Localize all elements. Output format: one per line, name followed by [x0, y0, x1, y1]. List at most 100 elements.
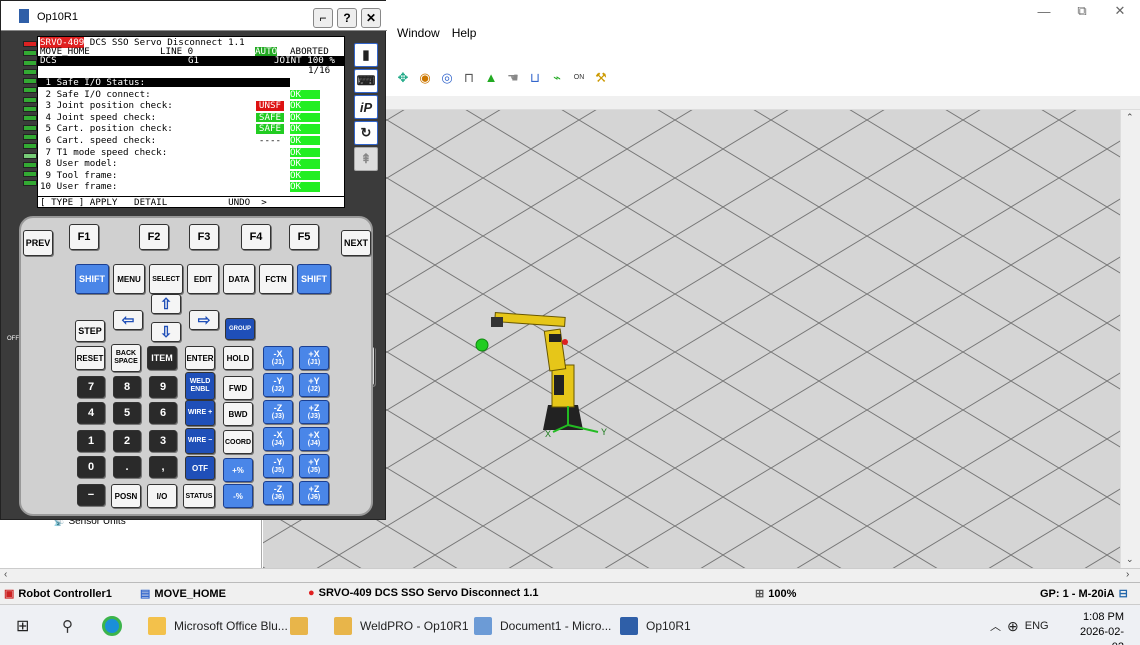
refresh-button[interactable]: ↻ [354, 121, 378, 145]
group-key[interactable]: GROUP [225, 318, 255, 340]
start-button[interactable]: ⊞ [16, 611, 29, 641]
reset-key[interactable]: RESET [75, 346, 105, 370]
f5-key[interactable]: F5 [289, 224, 319, 250]
key-comma[interactable]: , [149, 456, 177, 478]
key-8[interactable]: 8 [113, 376, 141, 398]
otf-key[interactable]: OTF [185, 456, 215, 480]
jog-key-1[interactable]: -X (J1) [263, 346, 293, 370]
dcs-row[interactable]: 6 Cart. speed check: [40, 136, 157, 145]
arrow-up-key[interactable]: ⇧ [151, 294, 181, 314]
jog-key-9[interactable]: -Y (J5) [263, 454, 293, 478]
conveyor-icon[interactable]: ⊔ [527, 70, 543, 86]
prev-key[interactable]: PREV [23, 230, 53, 256]
search-button[interactable]: ⚲ [62, 611, 73, 641]
pendant-close-button[interactable]: ✕ [361, 8, 381, 28]
jog-button[interactable]: ⇞ [354, 147, 378, 171]
arrow-right-key[interactable]: ⇨ [189, 310, 219, 330]
key-5[interactable]: 5 [113, 402, 141, 424]
scroll-right-icon[interactable]: › [1126, 569, 1129, 580]
f4-key[interactable]: F4 [241, 224, 271, 250]
key-0[interactable]: 0 [77, 456, 105, 478]
shift-right-key[interactable]: SHIFT [297, 264, 331, 294]
minimize-button[interactable]: — [1025, 0, 1063, 22]
jog-key-5[interactable]: -Z (J3) [263, 400, 293, 424]
key-dot[interactable]: . [113, 456, 141, 478]
dcs-row[interactable]: 8 User model: [40, 159, 118, 168]
dcs-row[interactable]: 4 Joint speed check: [40, 113, 157, 122]
jog-key-12[interactable]: +Z (J6) [299, 481, 329, 505]
scroll-left-icon[interactable]: ‹ [4, 569, 7, 580]
dcs-row[interactable]: 1 Safe I/O Status: [38, 78, 290, 88]
shift-left-key[interactable]: SHIFT [75, 264, 109, 294]
hand-icon[interactable]: ☚ [505, 70, 521, 86]
jog-key-10[interactable]: +Y (J5) [299, 454, 329, 478]
keyboard-button[interactable]: ⌨ [354, 69, 378, 93]
item-key[interactable]: ITEM [147, 346, 177, 370]
dcs-row[interactable]: 9 Tool frame: [40, 171, 118, 180]
target-icon[interactable]: ◎ [439, 70, 455, 86]
backspace-key[interactable]: BACK SPACE [111, 344, 141, 372]
arrow-left-key[interactable]: ⇦ [113, 310, 143, 330]
close-button[interactable]: ✕ [1101, 0, 1139, 22]
taskbar-app-op10r1[interactable]: Op10R1 [620, 611, 691, 641]
move-icon[interactable]: ✥ [395, 70, 411, 86]
taskbar-app-generic[interactable] [290, 611, 308, 641]
menu-key[interactable]: MENU [113, 264, 145, 294]
language-indicator[interactable]: ENG [1025, 620, 1049, 632]
status-group[interactable]: GP: 1 - M-20iA ⊟ [1040, 587, 1128, 601]
target-sphere[interactable] [475, 338, 489, 352]
select-key[interactable]: SELECT [149, 264, 183, 294]
jog-key-3[interactable]: -Y (J2) [263, 373, 293, 397]
posn-key[interactable]: POSN [111, 484, 141, 508]
dcs-row[interactable]: 7 T1 mode speed check: [40, 147, 168, 157]
vertical-scrollbar[interactable]: ⌃ ⌄ [1120, 110, 1140, 568]
dcs-row[interactable]: 10 User frame: [40, 182, 117, 191]
wire-plus-key[interactable]: WIRE + [185, 400, 215, 426]
key-6[interactable]: 6 [149, 402, 177, 424]
pendant-screen[interactable]: SRVO-409 DCS SSO Servo Disconnect 1.1 MO… [37, 36, 345, 208]
status-key[interactable]: STATUS [183, 484, 215, 508]
status-program[interactable]: ▤ MOVE_HOME [140, 587, 226, 601]
f2-key[interactable]: F2 [139, 224, 169, 250]
status-controller[interactable]: ▣ Robot Controller1 [4, 587, 112, 601]
weld-enable-key[interactable]: WELD ENBL [185, 372, 215, 400]
status-zoom[interactable]: ⊞ 100% [755, 587, 796, 601]
tree-icon[interactable]: ▲ [483, 70, 499, 86]
jog-key-6[interactable]: +Z (J3) [299, 400, 329, 424]
jog-key-4[interactable]: +Y (J2) [299, 373, 329, 397]
tp-disable-button[interactable]: ▮ [354, 43, 378, 67]
menu-help[interactable]: Help [452, 26, 477, 40]
wire-minus-key[interactable]: WIRE − [185, 428, 215, 454]
taskbar-app-weldpro[interactable]: WeldPRO - Op10R1 [334, 611, 469, 641]
clock[interactable]: 1:08 PM 2026-02-02 [1068, 610, 1124, 645]
fctn-key[interactable]: FCTN [259, 264, 293, 294]
key-7[interactable]: 7 [77, 376, 105, 398]
dcs-row[interactable]: 2 Safe I/O connect: [40, 89, 151, 99]
scroll-up-icon[interactable]: ⌃ [1126, 112, 1134, 123]
edge-button[interactable] [102, 611, 122, 641]
edit-key[interactable]: EDIT [187, 264, 219, 294]
3d-viewport[interactable]: Y X [263, 110, 1120, 568]
chevron-up-icon[interactable]: ︿ [990, 618, 1001, 634]
jog-key-11[interactable]: -Z (J6) [263, 481, 293, 505]
coord-key[interactable]: COORD [223, 430, 253, 454]
arrow-down-key[interactable]: ⇩ [151, 322, 181, 342]
key-2[interactable]: 2 [113, 430, 141, 452]
status-alarm[interactable]: ● SRVO-409 DCS SSO Servo Disconnect 1.1 [308, 587, 539, 599]
taskbar-app-office[interactable]: Microsoft Office Blu... [148, 611, 288, 641]
key-minus[interactable]: − [77, 484, 105, 506]
key-4[interactable]: 4 [77, 402, 105, 424]
jog-key-2[interactable]: +X (J1) [299, 346, 329, 370]
horizontal-scrollbar[interactable]: ‹ › [0, 568, 1140, 582]
speed-up-key[interactable]: +% [223, 458, 253, 482]
help-button[interactable]: ? [337, 8, 357, 28]
dock-button[interactable]: ⌐ [313, 8, 333, 28]
line-icon[interactable]: ⌁ [549, 70, 565, 86]
speed-down-key[interactable]: -% [223, 484, 253, 508]
dcs-row[interactable]: 5 Cart. position check: [40, 124, 173, 133]
maximize-button[interactable]: ⧉ [1063, 0, 1101, 22]
taskbar-app-word[interactable]: Document1 - Micro... [474, 611, 611, 641]
key-9[interactable]: 9 [149, 376, 177, 398]
f3-key[interactable]: F3 [189, 224, 219, 250]
next-key[interactable]: NEXT [341, 230, 371, 256]
